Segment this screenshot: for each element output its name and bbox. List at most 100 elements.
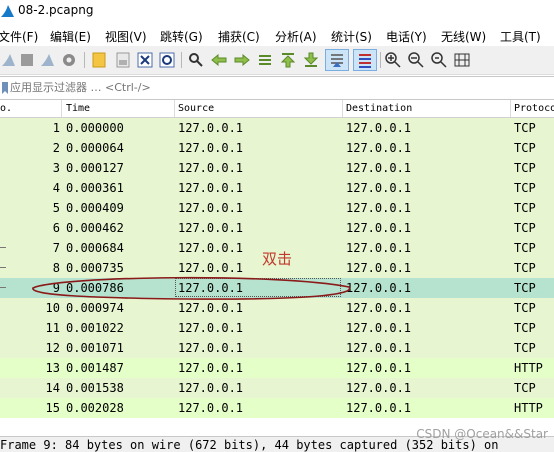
resize-columns-icon [454,53,470,67]
packet-time: 0.001071 [66,341,124,355]
packet-time: 0.001487 [66,361,124,375]
packet-time: 0.000974 [66,301,124,315]
packet-destination: 127.0.0.1 [346,261,412,275]
packet-destination: 127.0.0.1 [346,401,412,415]
column-header-source[interactable]: Source [178,103,214,114]
toolbar-separator [380,52,381,68]
display-filter-input[interactable] [10,79,550,96]
go-to-packet-button[interactable] [256,51,274,69]
close-file-icon [137,52,153,68]
packet-row[interactable]: 13 0.001487 127.0.0.1 127.0.0.1 HTTP [0,358,554,379]
packet-protocol: TCP [514,161,536,175]
capture-options-icon [63,54,75,66]
stop-capture-button[interactable] [18,51,36,69]
packet-number: 7 [52,241,60,255]
packet-row[interactable]: 5 0.000409 127.0.0.1 127.0.0.1 TCP [0,198,554,219]
packet-protocol: TCP [514,121,536,135]
find-packet-icon [189,53,203,67]
normal-size-icon [431,52,447,68]
packet-destination: 127.0.0.1 [346,161,412,175]
column-header-no[interactable]: o. [0,103,12,114]
menu-file[interactable]: 文件(F) [0,28,38,45]
save-file-icon [116,52,130,68]
packet-destination: 127.0.0.1 [346,121,412,135]
watermark: CSDN @Ocean&&Star [416,427,548,441]
packet-time: 0.001022 [66,321,124,335]
save-file-button[interactable] [114,51,132,69]
packet-protocol: HTTP [514,401,543,415]
packet-row[interactable]: 6 0.000462 127.0.0.1 127.0.0.1 TCP [0,218,554,239]
auto-scroll-icon [331,54,343,67]
restart-capture-button[interactable] [39,51,57,69]
menu-wireless[interactable]: 无线(W) [441,28,486,45]
last-packet-button[interactable] [302,51,320,69]
menu-statistics[interactable]: 统计(S) [331,28,372,45]
normal-size-button[interactable] [430,51,448,69]
packet-source: 127.0.0.1 [178,341,244,355]
start-capture-icon [2,54,15,66]
packet-source: 127.0.0.1 [178,121,244,135]
packet-number: 14 [45,381,60,395]
packet-source: 127.0.0.1 [178,241,244,255]
start-capture-button[interactable] [0,51,18,69]
packet-row[interactable]: 4 0.000361 127.0.0.1 127.0.0.1 TCP [0,178,554,199]
packet-row[interactable]: 2 0.000064 127.0.0.1 127.0.0.1 TCP [0,138,554,159]
packet-row[interactable]: 12 0.001071 127.0.0.1 127.0.0.1 TCP [0,338,554,359]
stop-capture-icon [21,54,33,66]
menu-tools[interactable]: 工具(T) [500,28,541,45]
auto-scroll-button[interactable] [325,49,349,71]
packet-source: 127.0.0.1 [178,301,244,315]
main-toolbar [0,46,554,75]
first-packet-button[interactable] [279,51,297,69]
packet-protocol: TCP [514,181,536,195]
reload-file-button[interactable] [158,51,176,69]
open-file-button[interactable] [90,51,108,69]
zoom-out-button[interactable] [407,51,425,69]
packet-number: 5 [52,201,60,215]
packet-time: 0.000361 [66,181,124,195]
go-back-icon [211,54,227,66]
find-packet-button[interactable] [187,51,205,69]
column-divider [342,100,343,117]
packet-source: 127.0.0.1 [178,361,244,375]
go-forward-button[interactable] [233,51,251,69]
resize-columns-button[interactable] [453,51,471,69]
packet-row[interactable]: 11 0.001022 127.0.0.1 127.0.0.1 TCP [0,318,554,339]
toolbar-separator [84,52,85,68]
packet-protocol: TCP [514,241,536,255]
menu-go[interactable]: 跳转(G) [160,28,203,45]
packet-destination: 127.0.0.1 [346,341,412,355]
menu-capture[interactable]: 捕获(C) [218,28,260,45]
close-file-button[interactable] [136,51,154,69]
packet-list-header: o. Time Source Destination Protoco [0,100,554,118]
packet-source: 127.0.0.1 [178,181,244,195]
menu-analyze[interactable]: 分析(A) [275,28,317,45]
reload-file-icon [159,52,175,68]
column-header-time[interactable]: Time [66,103,90,114]
zoom-in-button[interactable] [384,51,402,69]
colorize-button[interactable] [353,49,377,71]
packet-destination: 127.0.0.1 [346,221,412,235]
go-back-button[interactable] [210,51,228,69]
packet-time: 0.000684 [66,241,124,255]
open-file-icon [92,52,106,68]
packet-protocol: TCP [514,201,536,215]
packet-row[interactable]: 15 0.002028 127.0.0.1 127.0.0.1 HTTP [0,398,554,418]
packet-destination: 127.0.0.1 [346,181,412,195]
packet-protocol: HTTP [514,361,543,375]
filter-bookmark-icon[interactable] [1,81,9,95]
column-header-protocol[interactable]: Protoco [514,103,554,114]
menu-view[interactable]: 视图(V) [105,28,147,45]
packet-row[interactable]: 14 0.001538 127.0.0.1 127.0.0.1 TCP [0,378,554,399]
packet-destination: 127.0.0.1 [346,321,412,335]
zoom-out-icon [408,52,424,68]
column-header-destination[interactable]: Destination [346,103,412,114]
packet-time: 0.002028 [66,401,124,415]
packet-number: 2 [52,141,60,155]
packet-protocol: TCP [514,141,536,155]
packet-row[interactable]: 1 0.000000 127.0.0.1 127.0.0.1 TCP [0,118,554,139]
menu-telephony[interactable]: 电话(Y) [386,28,427,45]
menu-edit[interactable]: 编辑(E) [50,28,91,45]
packet-row[interactable]: 3 0.000127 127.0.0.1 127.0.0.1 TCP [0,158,554,179]
capture-options-button[interactable] [60,51,78,69]
